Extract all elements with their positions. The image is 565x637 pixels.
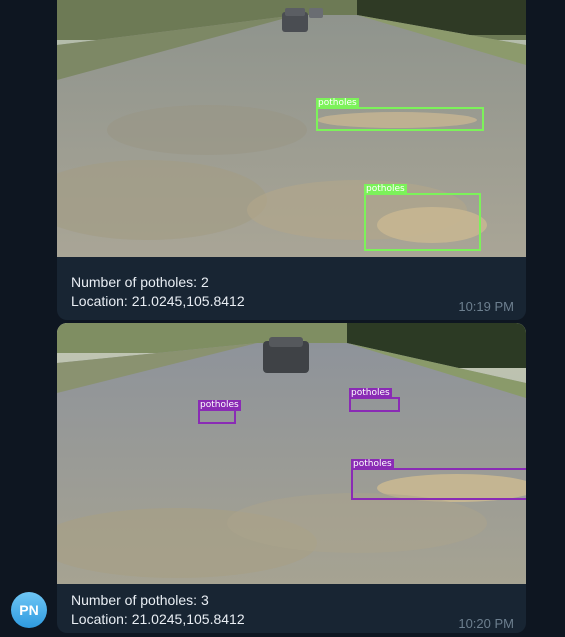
pothole-detection-box: potholes <box>316 98 484 131</box>
message-bubble[interactable]: potholes potholes potholes Number of pot… <box>57 323 526 633</box>
pothole-count-text: Number of potholes: 2 <box>71 274 209 290</box>
pothole-detection-photo[interactable]: potholes potholes potholes <box>57 323 526 584</box>
detection-label: potholes <box>198 400 241 411</box>
pothole-detection-box: potholes <box>198 400 241 424</box>
pothole-detection-box: potholes <box>351 459 526 500</box>
pothole-count-text: Number of potholes: 3 <box>71 592 209 608</box>
message-timestamp: 10:20 PM <box>458 616 514 631</box>
sender-avatar[interactable]: PN <box>11 592 47 628</box>
pothole-detection-box: potholes <box>364 184 481 251</box>
pothole-detection-photo[interactable]: potholes potholes <box>57 0 526 257</box>
location-text: Location: 21.0245,105.8412 <box>71 611 245 627</box>
message-timestamp: 10:19 PM <box>458 299 514 314</box>
road-scene-image <box>57 323 526 584</box>
detection-label: potholes <box>351 459 394 470</box>
pothole-detection-box: potholes <box>349 388 400 412</box>
message-caption: Number of potholes: 3 Location: 21.0245,… <box>71 591 245 629</box>
detection-label: potholes <box>349 388 392 399</box>
message-bubble[interactable]: potholes potholes Number of potholes: 2 … <box>57 0 526 320</box>
detection-label: potholes <box>316 98 359 109</box>
location-text: Location: 21.0245,105.8412 <box>71 293 245 309</box>
message-caption: Number of potholes: 2 Location: 21.0245,… <box>71 273 245 311</box>
detection-label: potholes <box>364 184 407 195</box>
chat-history: potholes potholes Number of potholes: 2 … <box>0 0 565 637</box>
